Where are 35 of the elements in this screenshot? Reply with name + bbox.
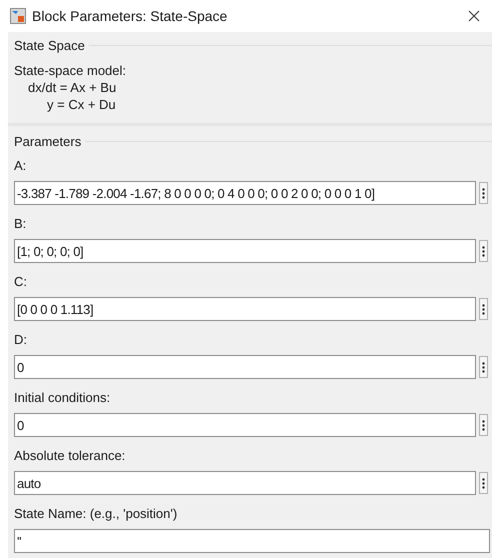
field-label: B:: [14, 215, 28, 233]
options-button[interactable]: [479, 472, 488, 494]
window-title: Block Parameters: State-Space: [32, 6, 228, 26]
field-label: Initial conditions:: [14, 389, 112, 407]
close-icon: [468, 10, 480, 22]
description-line: dx/dt = Ax + Bu: [27, 78, 118, 96]
field-label: State Name: (e.g., 'position'): [14, 505, 178, 523]
more-icon: [482, 246, 485, 256]
field-label: C:: [14, 273, 28, 291]
input-field[interactable]: 0: [14, 355, 476, 379]
description-line: y = Cx + Du: [46, 96, 117, 112]
more-icon: [482, 362, 485, 372]
input-field[interactable]: [1; 0; 0; 0; 0]: [14, 239, 476, 263]
options-button[interactable]: [479, 356, 488, 378]
section-title: State Space: [14, 37, 85, 55]
description-line: State-space model:: [14, 62, 128, 78]
app-icon: [10, 8, 26, 24]
field-label: D:: [14, 331, 28, 349]
more-icon: [482, 304, 485, 314]
more-icon: [482, 188, 485, 198]
options-button[interactable]: [479, 182, 488, 204]
input-field[interactable]: -3.387 -1.789 -2.004 -1.67; 8 0 0 0 0; 0 4 0 0 0; 0 0 2 0 0; 0 0 0 1 0]: [14, 181, 476, 205]
section-title: Parameters: [14, 132, 82, 150]
input-field[interactable]: [0 0 0 0 1.113]: [14, 297, 476, 321]
close-button[interactable]: [466, 8, 482, 24]
input-field[interactable]: '': [14, 529, 490, 553]
more-icon: [482, 478, 485, 488]
input-field[interactable]: auto: [14, 471, 476, 495]
more-icon: [482, 420, 485, 430]
options-button[interactable]: [479, 298, 488, 320]
field-label: A:: [14, 157, 28, 175]
field-label: Absolute tolerance:: [14, 447, 126, 465]
options-button[interactable]: [479, 414, 488, 436]
input-field[interactable]: 0: [14, 413, 476, 437]
options-button[interactable]: [479, 240, 488, 262]
